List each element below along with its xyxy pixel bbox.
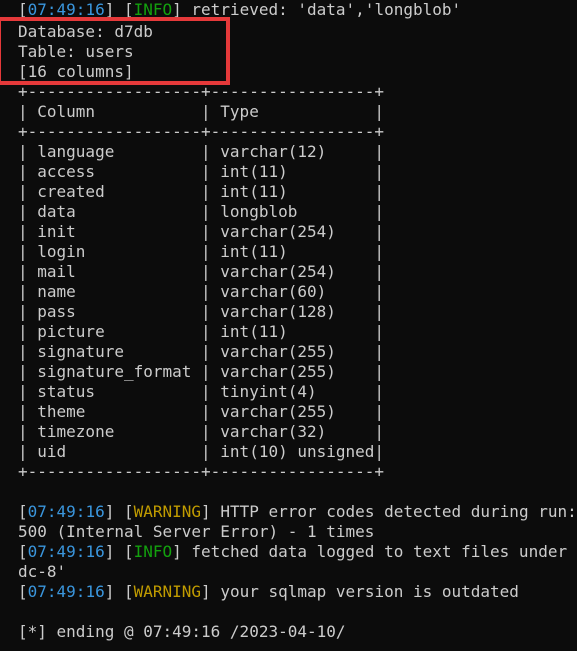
table-row: | pass | varchar(128) | [18, 302, 385, 321]
table-border-bottom: +------------------+-----------------+ [18, 462, 385, 481]
table-row: | picture | int(11) | [18, 322, 385, 341]
timestamp: 07:49:16 [27, 582, 105, 601]
table-row: | mail | varchar(254) | [18, 262, 385, 281]
log-message: your sqlmap version is outdated [210, 582, 519, 601]
table-row: | language | varchar(12) | [18, 142, 385, 161]
table-border-mid: +------------------+-----------------+ [18, 122, 385, 141]
table-row: | data | longblob | [18, 202, 385, 221]
table-row: | created | int(11) | [18, 182, 385, 201]
log-level: INFO [133, 0, 173, 19]
table-row: | signature | varchar(255) | [18, 342, 385, 361]
log-message: fetched data logged to text files under [181, 542, 568, 561]
column-count: [16 columns] [18, 62, 134, 81]
table-row: | uid | int(10) unsigned| [18, 442, 385, 461]
timestamp: 07:49:16 [27, 0, 105, 19]
timestamp: 07:49:16 [27, 542, 105, 561]
log-message: HTTP error codes detected during run: [210, 502, 577, 521]
table-row: | status | tinyint(4) | [18, 382, 385, 401]
table-row: | init | varchar(254) | [18, 222, 385, 241]
log-line-retrieved: [07:49:16] [INFO] retrieved: 'data','lon… [18, 0, 462, 19]
log-level: WARNING [133, 582, 202, 601]
table-row: | name | varchar(60) | [18, 282, 385, 301]
log-line-warning: [07:49:16] [WARNING] your sqlmap version… [18, 582, 519, 601]
database-name: Database: d7db [18, 22, 153, 41]
table-border-top: +------------------+-----------------+ [18, 82, 385, 101]
terminal-window[interactable]: [07:49:16] [INFO] retrieved: 'data','lon… [0, 0, 577, 651]
table-header: | Column | Type | [18, 102, 385, 121]
table-name: Table: users [18, 42, 134, 61]
log-level: WARNING [133, 502, 202, 521]
log-level: INFO [133, 542, 173, 561]
log-message: retrieved: 'data','longblob' [181, 0, 462, 19]
log-continuation: 500 (Internal Server Error) - 1 times [18, 522, 375, 541]
log-line-warning: [07:49:16] [WARNING] HTTP error codes de… [18, 502, 577, 521]
table-row: | access | int(11) | [18, 162, 385, 181]
table-row: | theme | varchar(255) | [18, 402, 385, 421]
log-continuation: dc-8' [18, 562, 67, 581]
table-row: | signature_format | varchar(255) | [18, 362, 385, 381]
timestamp: 07:49:16 [27, 502, 105, 521]
log-line-info: [07:49:16] [INFO] fetched data logged to… [18, 542, 568, 561]
ending-line: [*] ending @ 07:49:16 /2023-04-10/ [18, 622, 346, 641]
table-row: | timezone | varchar(32) | [18, 422, 385, 441]
table-row: | login | int(11) | [18, 242, 385, 261]
